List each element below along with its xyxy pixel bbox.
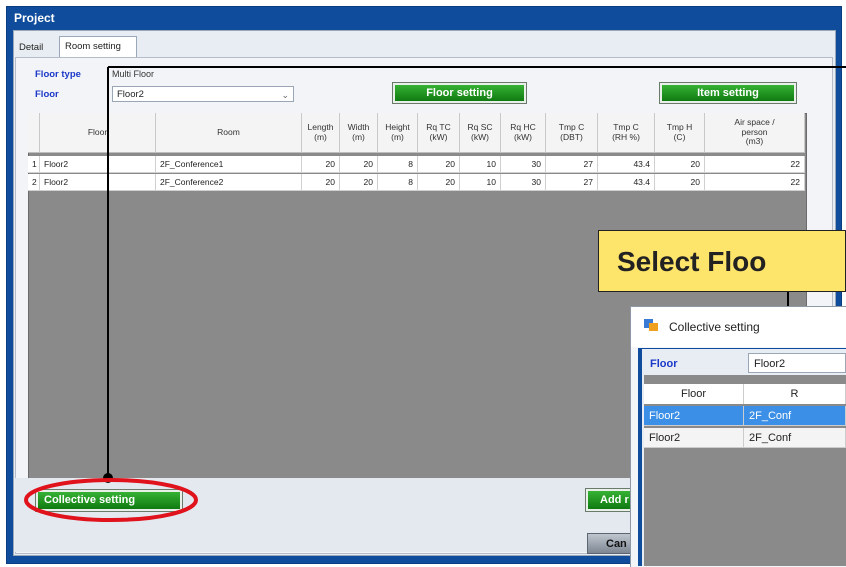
dialog-table-cell[interactable]: 2F_Conf <box>744 428 846 448</box>
app-icon <box>643 317 659 333</box>
dialog-table-cell[interactable]: Floor2 <box>644 428 744 448</box>
dialog-column-header[interactable]: Floor <box>644 384 744 404</box>
dialog-floor-label: Floor <box>650 358 678 370</box>
dialog-selected-cell[interactable]: Floor2 <box>644 406 744 426</box>
callout-box: Select Floo <box>598 230 846 292</box>
dialog-floor-select[interactable]: Floor2 <box>748 353 846 373</box>
dialog-column-header[interactable]: R <box>744 384 846 404</box>
dialog-title: Collective setting <box>631 307 846 347</box>
highlight-ellipse <box>24 478 198 522</box>
dialog-selected-cell[interactable]: 2F_Conf <box>744 406 846 426</box>
